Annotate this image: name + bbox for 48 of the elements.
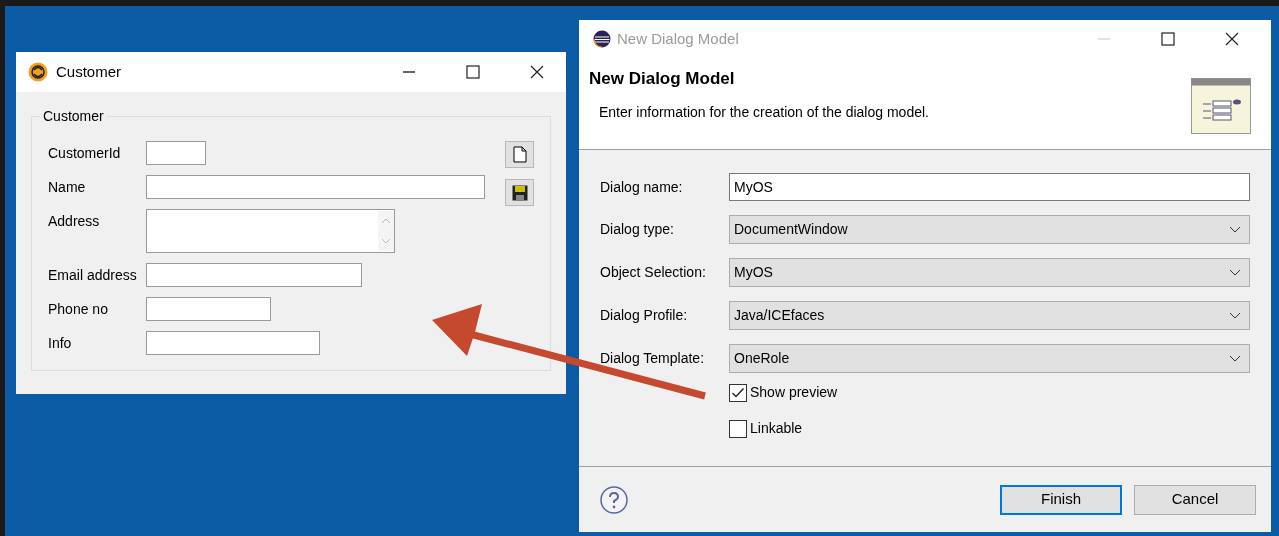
- input-field[interactable]: MyOS: [729, 173, 1250, 201]
- checkbox-box-icon[interactable]: [729, 383, 747, 402]
- dialog-button[interactable]: Cancel: [1134, 484, 1256, 515]
- app-logo-icon: [28, 62, 48, 82]
- field-label: Dialog Profile:: [600, 306, 689, 325]
- document-icon: [512, 146, 527, 163]
- dialog-heading: New Dialog Model: [589, 68, 736, 90]
- save-button[interactable]: [505, 179, 534, 206]
- field-label: Address: [48, 212, 101, 231]
- maximize-icon[interactable]: [1161, 32, 1175, 46]
- field-label: Info: [48, 334, 73, 353]
- input-field[interactable]: [146, 175, 485, 199]
- field-label: Dialog type:: [600, 220, 675, 239]
- input-field[interactable]: [146, 297, 271, 321]
- field-label: Object Selection:: [600, 263, 707, 282]
- field-label: Name: [48, 178, 87, 197]
- dialog-button[interactable]: Finish: [1000, 484, 1122, 515]
- input-field[interactable]: [146, 331, 320, 355]
- window-title: New Dialog Model: [617, 28, 739, 49]
- checkbox[interactable]: Show preview: [729, 382, 1250, 403]
- field-label: Dialog name:: [600, 177, 684, 197]
- help-icon[interactable]: [600, 485, 628, 514]
- dropdown[interactable]: MyOS: [729, 258, 1250, 287]
- field-label: Email address: [48, 266, 138, 285]
- input-field[interactable]: [146, 263, 362, 287]
- window-title: Customer: [56, 61, 122, 82]
- close-icon[interactable]: [530, 65, 544, 79]
- scroll-arrows-icon: [378, 211, 394, 251]
- field-label: Phone no: [48, 300, 109, 319]
- dropdown[interactable]: OneRole: [729, 344, 1250, 373]
- chevron-down-icon: [1229, 354, 1241, 363]
- eclipse-logo-icon: [593, 30, 611, 48]
- chevron-down-icon: [1229, 225, 1241, 234]
- input-field[interactable]: [146, 141, 206, 165]
- dropdown[interactable]: Java/ICEfaces: [729, 301, 1250, 330]
- dialog-description: Enter information for the creation of the dialog model.: [599, 102, 929, 122]
- chevron-down-icon: [1229, 311, 1241, 320]
- close-icon[interactable]: [1225, 32, 1239, 46]
- checkbox-box-icon[interactable]: [729, 419, 747, 438]
- new-document-button[interactable]: [505, 141, 534, 168]
- dropdown[interactable]: DocumentWindow: [729, 215, 1250, 244]
- dialog-wizard-icon: [1191, 78, 1251, 134]
- field-label: Dialog Template:: [600, 349, 706, 368]
- text-area[interactable]: [146, 209, 395, 253]
- chevron-down-icon: [1229, 268, 1241, 277]
- checkbox[interactable]: Linkable: [729, 418, 1250, 439]
- maximize-icon[interactable]: [466, 65, 480, 79]
- field-label: CustomerId: [48, 144, 122, 163]
